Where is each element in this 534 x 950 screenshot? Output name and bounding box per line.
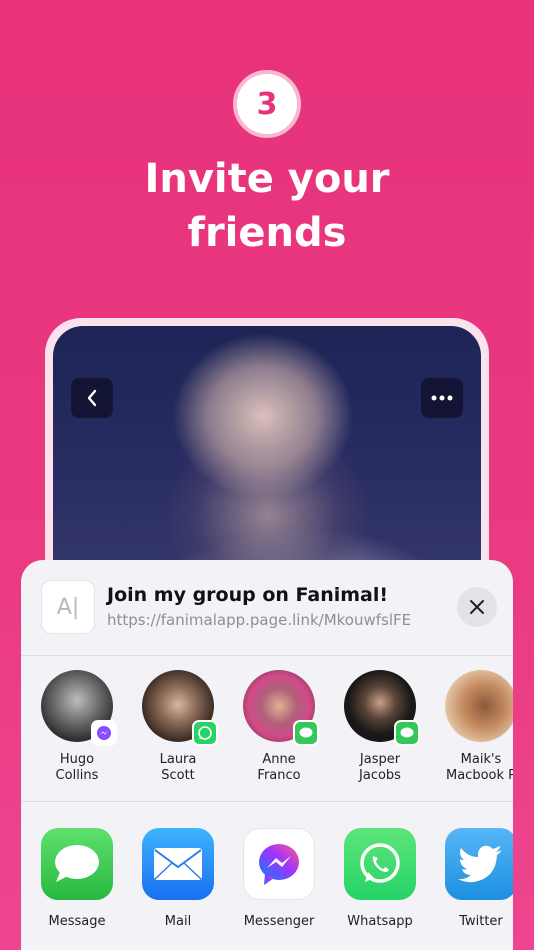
contact-name: Jasper Jacobs bbox=[359, 752, 401, 783]
app-twitter[interactable]: Twitter bbox=[431, 828, 513, 929]
mail-icon bbox=[142, 828, 214, 900]
app-label: Mail bbox=[164, 914, 192, 929]
avatar bbox=[344, 670, 420, 746]
people-row: Hugo Collins Laura Scott Anne Franco Jas… bbox=[21, 656, 513, 802]
step-number: 3 bbox=[256, 86, 278, 122]
share-sheet: A| Join my group on Fanimal! https://fan… bbox=[21, 560, 513, 950]
step-number-badge: 3 bbox=[233, 70, 301, 138]
chevron-left-icon bbox=[87, 389, 97, 407]
whatsapp-icon bbox=[344, 828, 416, 900]
back-button[interactable] bbox=[71, 378, 113, 418]
close-icon bbox=[470, 600, 484, 614]
messages-icon bbox=[41, 828, 113, 900]
avatar bbox=[41, 670, 117, 746]
app-label: Whatsapp bbox=[347, 914, 413, 929]
whatsapp-badge-icon bbox=[192, 720, 218, 746]
app-label: Messenger bbox=[243, 914, 315, 929]
contact-jasper-jacobs[interactable]: Jasper Jacobs bbox=[330, 670, 430, 784]
messages-badge-icon bbox=[293, 720, 319, 746]
messenger-icon bbox=[243, 828, 315, 900]
headline-line-2: friends bbox=[187, 210, 347, 256]
twitter-icon bbox=[445, 828, 513, 900]
app-label: Message bbox=[48, 914, 106, 929]
headline: Invite your friends bbox=[0, 152, 534, 260]
contact-name: Maik's Macbook P bbox=[446, 752, 513, 783]
avatar bbox=[445, 670, 513, 742]
share-title: Join my group on Fanimal! bbox=[107, 584, 389, 606]
app-thumbnail: A| bbox=[41, 580, 95, 634]
share-link: https://fanimalapp.page.link/MkouwfslFE bbox=[107, 611, 412, 629]
more-options-button[interactable] bbox=[421, 378, 463, 418]
app-message[interactable]: Message bbox=[27, 828, 127, 929]
avatar bbox=[142, 670, 218, 746]
app-thumbnail-text: A| bbox=[56, 594, 80, 620]
app-label: Twitter bbox=[459, 914, 503, 929]
messages-badge-icon bbox=[394, 720, 420, 746]
share-sheet-header: A| Join my group on Fanimal! https://fan… bbox=[21, 560, 513, 656]
contact-name: Laura Scott bbox=[159, 752, 197, 783]
contact-name: Anne Franco bbox=[257, 752, 301, 783]
app-whatsapp[interactable]: Whatsapp bbox=[330, 828, 430, 929]
avatar bbox=[243, 670, 319, 746]
messenger-badge-icon bbox=[91, 720, 117, 746]
app-messenger[interactable]: Messenger bbox=[229, 828, 329, 929]
contact-laura-scott[interactable]: Laura Scott bbox=[128, 670, 228, 784]
app-mail[interactable]: Mail bbox=[128, 828, 228, 929]
close-button[interactable] bbox=[457, 587, 497, 627]
ellipsis-icon bbox=[431, 395, 453, 401]
contact-hugo-collins[interactable]: Hugo Collins bbox=[27, 670, 127, 784]
apps-row: Message Mail Messenger Whatsapp Twitter bbox=[21, 802, 513, 950]
contact-maiks-macbook[interactable]: Maik's Macbook P bbox=[431, 670, 513, 784]
contact-anne-franco[interactable]: Anne Franco bbox=[229, 670, 329, 784]
contact-name: Hugo Collins bbox=[55, 752, 99, 783]
headline-line-1: Invite your bbox=[144, 156, 390, 202]
